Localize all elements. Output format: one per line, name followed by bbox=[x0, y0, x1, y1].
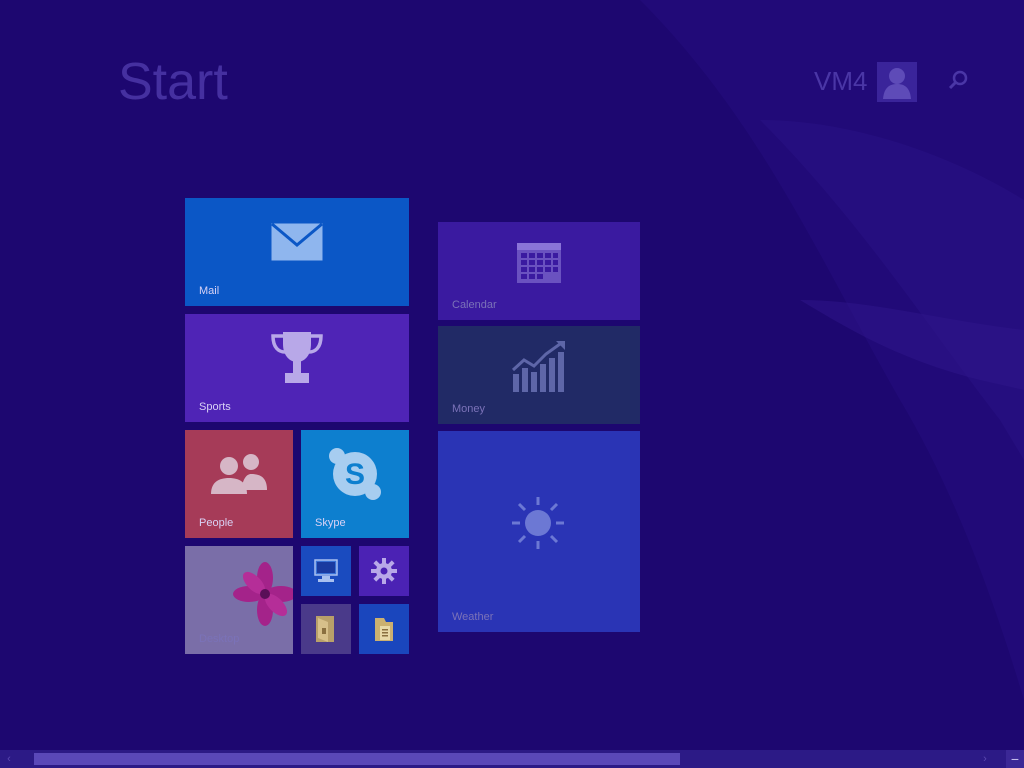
tile-money[interactable]: Money bbox=[438, 326, 640, 424]
tile-label: Weather bbox=[452, 611, 494, 623]
people-icon bbox=[211, 454, 267, 494]
trophy-icon bbox=[271, 332, 323, 383]
folder-icon bbox=[375, 618, 393, 641]
skype-icon: S bbox=[329, 448, 381, 500]
user-name[interactable]: VM4 bbox=[814, 66, 867, 97]
tile-label: Money bbox=[452, 403, 486, 415]
avatar[interactable] bbox=[877, 62, 917, 102]
tile-label: Desktop bbox=[199, 633, 240, 645]
semantic-zoom-button[interactable]: − bbox=[1006, 750, 1024, 768]
tile-label: People bbox=[199, 517, 234, 529]
tile-label: Mail bbox=[199, 285, 220, 297]
tile-file-explorer-2[interactable] bbox=[359, 604, 409, 654]
calendar-icon bbox=[517, 243, 561, 283]
envelope-icon bbox=[271, 223, 323, 261]
computer-icon bbox=[314, 559, 338, 582]
tile-people[interactable]: People bbox=[185, 430, 293, 538]
search-icon bbox=[948, 70, 968, 90]
tile-this-pc[interactable] bbox=[301, 546, 351, 596]
tile-label: Sports bbox=[199, 401, 231, 413]
scroll-right-button[interactable]: › bbox=[976, 750, 994, 768]
scroll-thumb[interactable] bbox=[34, 753, 680, 765]
tile-mail[interactable]: Mail bbox=[185, 198, 409, 306]
horizontal-scrollbar[interactable]: ‹ › − bbox=[0, 750, 1024, 768]
svg-text:S: S bbox=[345, 458, 365, 491]
tile-weather[interactable]: Weather bbox=[438, 431, 640, 632]
scroll-left-button[interactable]: ‹ bbox=[0, 750, 18, 768]
page-title: Start bbox=[118, 53, 228, 111]
tile-file-explorer[interactable] bbox=[301, 604, 351, 654]
tile-calendar[interactable]: Calendar bbox=[438, 222, 640, 320]
tile-sports[interactable]: Sports bbox=[185, 314, 409, 422]
tile-desktop[interactable]: Desktop bbox=[185, 546, 293, 654]
tile-settings[interactable] bbox=[359, 546, 409, 596]
tile-skype[interactable]: S Skype bbox=[301, 430, 409, 538]
tile-label: Skype bbox=[315, 517, 346, 529]
tile-label: Calendar bbox=[452, 299, 497, 311]
user-avatar-icon bbox=[883, 68, 911, 99]
chart-up-icon bbox=[511, 341, 565, 392]
search-button[interactable] bbox=[945, 68, 971, 94]
folder-icon bbox=[316, 616, 334, 642]
gear-icon bbox=[371, 558, 397, 584]
sun-icon bbox=[512, 497, 564, 549]
